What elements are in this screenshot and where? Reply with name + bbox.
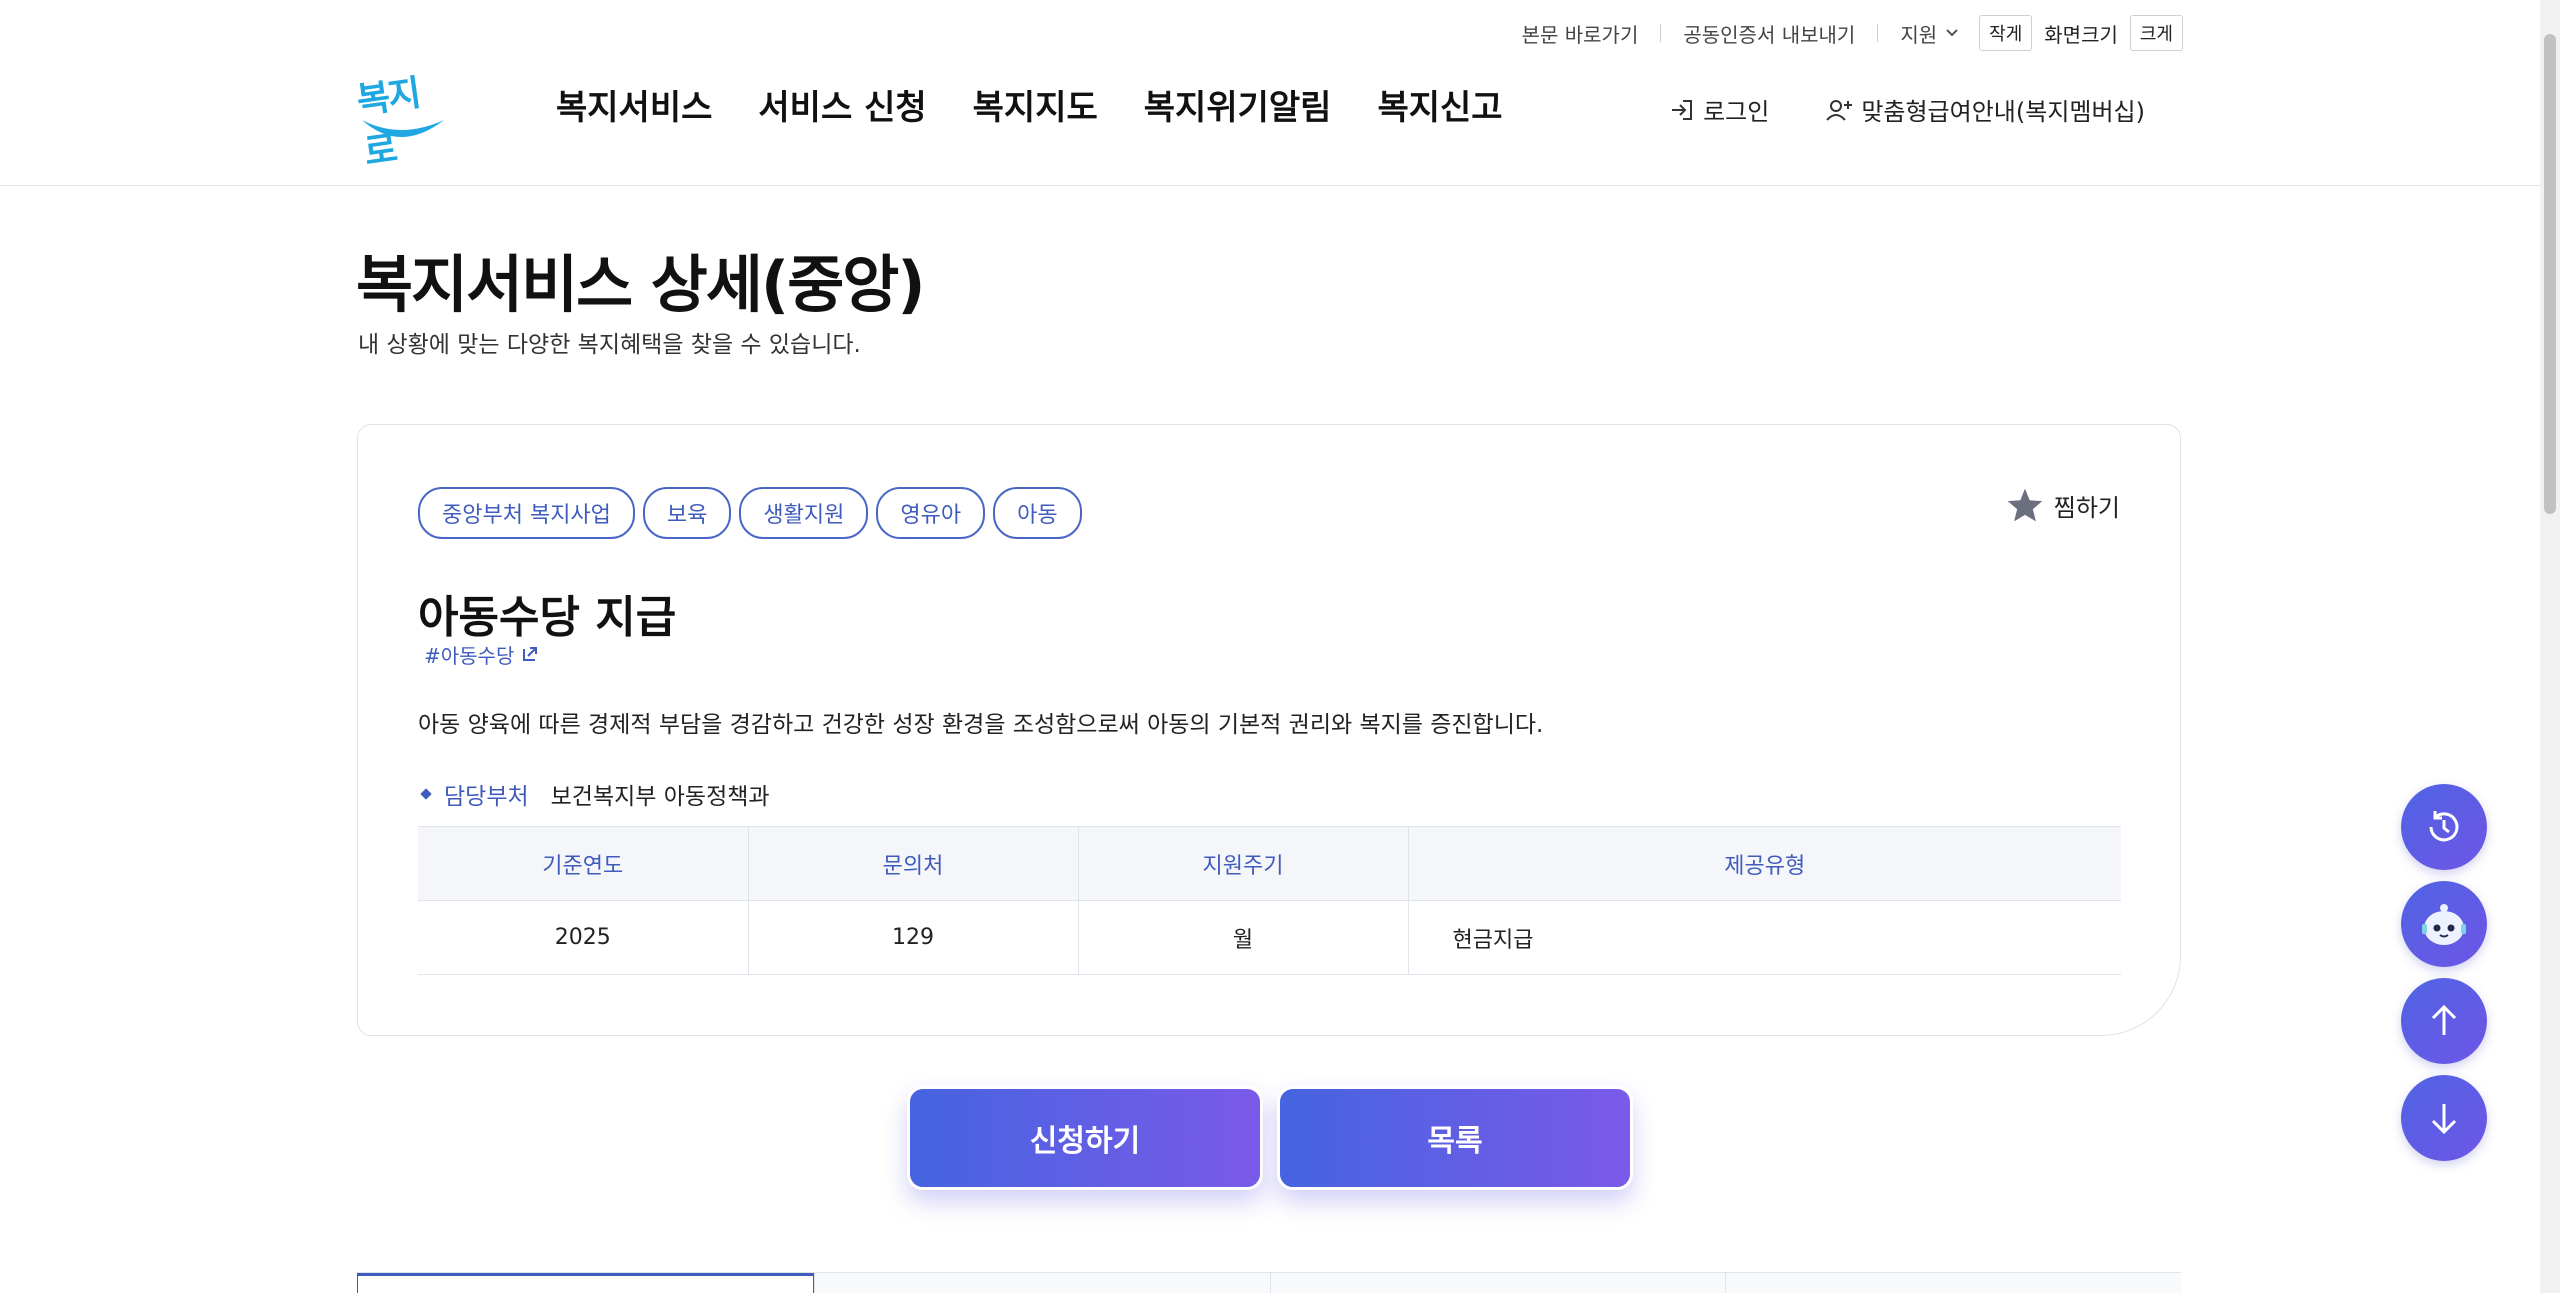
export-cert-link[interactable]: 공동인증서 내보내기	[1683, 19, 1855, 48]
table-header: 지원주기	[1077, 826, 1408, 901]
arrow-down-icon	[2431, 1104, 2457, 1135]
favorite-button[interactable]: 찜하기	[2006, 487, 2120, 523]
table-header: 문의처	[747, 826, 1078, 901]
smile-logo-icon	[362, 120, 444, 137]
divider	[1877, 24, 1879, 42]
language-label: 지원	[1900, 22, 1938, 47]
membership-button[interactable]: 맞춤형급여안내(복지멤버십)	[1825, 92, 2145, 127]
tab[interactable]	[357, 1273, 814, 1293]
hashtag-label: #아동수당	[424, 644, 515, 665]
department-value: 보건복지부 아동정책과	[550, 784, 770, 810]
page-subtitle: 내 상황에 맞는 다양한 복지혜택을 찾을 수 있습니다.	[358, 332, 861, 358]
detail-tabs	[357, 1272, 2181, 1293]
hashtag-link[interactable]: #아동수당	[424, 643, 539, 665]
utility-bar: 본문 바로가기 공동인증서 내보내기 지원 작게 화면크기 크게	[1522, 15, 2183, 51]
tag-living-support[interactable]: 생활지원	[739, 487, 869, 539]
font-large-button[interactable]: 크게	[2129, 15, 2183, 51]
table-cell-year: 2025	[418, 900, 748, 975]
chatbot-icon	[2422, 904, 2466, 945]
nav-service-apply[interactable]: 서비스 신청	[758, 80, 926, 129]
nav-welfare-service[interactable]: 복지서비스	[556, 80, 712, 129]
login-label: 로그인	[1703, 98, 1770, 126]
favorite-label: 찜하기	[2053, 493, 2120, 522]
site-logo[interactable]: 복지로	[354, 60, 448, 174]
table-cell-cycle: 월	[1077, 900, 1408, 975]
table-header: 제공유형	[1407, 826, 2121, 901]
tab[interactable]	[813, 1273, 1270, 1293]
main-nav: 복지서비스 서비스 신청 복지지도 복지위기알림 복지신고	[556, 80, 1503, 129]
service-tags: 중앙부처 복지사업 보육 생활지원 영유아 아동	[418, 487, 1082, 539]
divider	[1660, 24, 1662, 42]
nav-welfare-report[interactable]: 복지신고	[1377, 80, 1502, 129]
page-title: 복지서비스 상세(중앙)	[356, 248, 926, 321]
tag-child[interactable]: 아동	[993, 487, 1082, 539]
service-description: 아동 양육에 따른 경제적 부담을 경감하고 건강한 성장 환경을 조성함으로써…	[418, 712, 1544, 738]
floating-menu	[2401, 784, 2487, 1161]
recent-history-button[interactable]	[2401, 784, 2487, 870]
service-detail-card: 중앙부처 복지사업 보육 생활지원 영유아 아동 찜하기 아동수당 지급 #아동…	[357, 424, 2181, 1036]
login-icon	[1672, 99, 1693, 120]
table-header-row: 기준연도 문의처 지원주기 제공유형	[418, 826, 2121, 901]
skip-to-content-link[interactable]: 본문 바로가기	[1522, 19, 1639, 48]
history-icon	[2429, 811, 2459, 842]
tag-infant[interactable]: 영유아	[876, 487, 986, 539]
table-cell-contact: 129	[747, 900, 1078, 975]
external-link-icon	[522, 647, 537, 661]
action-buttons: 신청하기 목록	[907, 1086, 1633, 1190]
scroll-top-button[interactable]	[2401, 978, 2487, 1064]
login-button[interactable]: 로그인	[1669, 92, 1769, 127]
table-row: 2025 129 월 현금지급	[418, 900, 2121, 975]
site-header: 복지로 복지서비스 서비스 신청 복지지도 복지위기알림 복지신고 로그인 맞춤…	[0, 50, 2540, 186]
font-size-control: 작게 화면크기 크게	[1979, 15, 2183, 51]
tab[interactable]	[1725, 1273, 2181, 1293]
tab[interactable]	[1269, 1273, 1726, 1293]
header-actions: 로그인 맞춤형급여안내(복지멤버십)	[1669, 92, 2145, 127]
membership-label: 맞춤형급여안내(복지멤버십)	[1861, 98, 2145, 126]
star-icon	[2007, 488, 2042, 522]
nav-crisis-alert[interactable]: 복지위기알림	[1144, 80, 1332, 129]
scrollbar-thumb[interactable]	[2544, 34, 2556, 514]
chevron-down-icon	[1946, 29, 1958, 37]
nav-welfare-map[interactable]: 복지지도	[973, 80, 1098, 129]
arrow-up-icon	[2431, 1004, 2457, 1035]
font-size-label: 화면크기	[2044, 22, 2118, 47]
font-small-button[interactable]: 작게	[1979, 15, 2033, 51]
list-button[interactable]: 목록	[1277, 1086, 1633, 1190]
table-header: 기준연도	[418, 826, 748, 901]
language-dropdown[interactable]: 지원	[1900, 19, 1959, 48]
department-label: 담당부처	[444, 784, 529, 810]
service-info-table: 기준연도 문의처 지원주기 제공유형 2025 129 월 현금지급	[418, 826, 2121, 975]
department-info: 담당부처 보건복지부 아동정책과	[418, 777, 770, 811]
user-plus-icon	[1826, 99, 1853, 121]
bullet-icon	[420, 788, 432, 800]
service-title: 아동수당 지급	[418, 592, 677, 643]
tag-childcare[interactable]: 보육	[642, 487, 732, 539]
scroll-bottom-button[interactable]	[2401, 1075, 2487, 1161]
table-cell-type: 현금지급	[1407, 900, 2121, 975]
tag-central-ministry[interactable]: 중앙부처 복지사업	[418, 487, 635, 539]
apply-button[interactable]: 신청하기	[907, 1086, 1263, 1190]
page-scrollbar[interactable]	[2540, 0, 2560, 1293]
chatbot-button[interactable]	[2401, 881, 2487, 967]
